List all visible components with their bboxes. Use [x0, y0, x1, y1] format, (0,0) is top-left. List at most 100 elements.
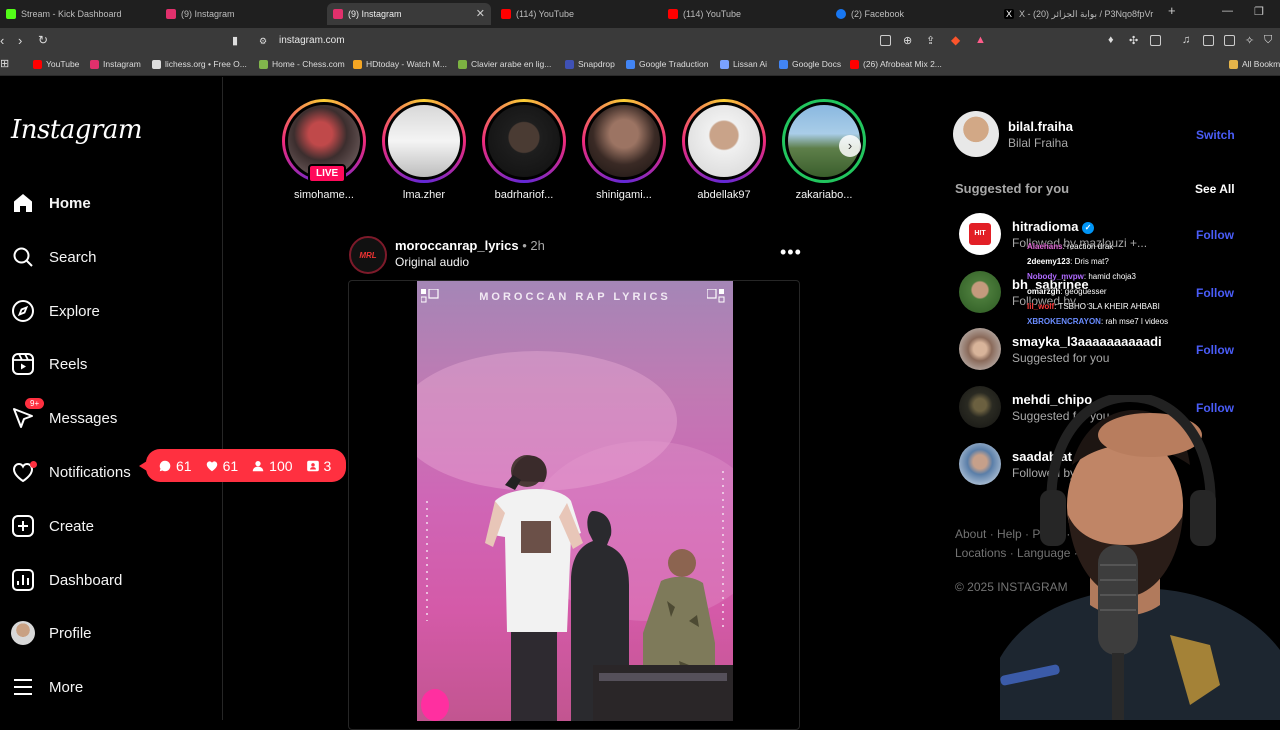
sidebar-icon[interactable] — [1203, 35, 1214, 46]
bookmark-chess[interactable]: Home - Chess.com — [259, 59, 345, 69]
instagram-icon — [333, 9, 343, 19]
bookmark-icon[interactable]: ▮ — [232, 34, 238, 47]
sidebar-item-explore[interactable]: Explore — [10, 295, 100, 327]
story-item[interactable]: badrhariof... — [481, 99, 567, 201]
switch-account-link[interactable]: Switch — [1196, 128, 1235, 142]
bookmark-lichess[interactable]: lichess.org • Free O... — [152, 59, 247, 69]
tab-instagram-1[interactable]: (9) Instagram — [160, 3, 324, 25]
suggestion-username[interactable]: smayka_l3aaaaaaaaaadi — [1012, 334, 1162, 349]
tab-youtube-1[interactable]: (114) YouTube — [495, 3, 659, 25]
bookmark-afrobeat[interactable]: (26) Afrobeat Mix 2... — [850, 59, 942, 69]
sidebar-item-messages[interactable]: 9+ Messages — [10, 398, 117, 434]
tab-x[interactable]: X X - (20) بوابة الجزائر / P3Nqo8fpVr — [998, 3, 1160, 25]
bookmark-clavier[interactable]: Clavier arabe en lig... — [458, 59, 551, 69]
story-avatar — [585, 102, 663, 180]
brave-rewards-icon[interactable]: ▲ — [975, 34, 986, 46]
snapdrop-icon — [565, 59, 574, 69]
share-icon[interactable]: ⇪ — [926, 34, 935, 47]
site-info-icon[interactable]: ⚙ — [259, 36, 267, 47]
likes-count: 61 — [205, 458, 238, 474]
tab-kick[interactable]: Stream - Kick Dashboard — [0, 3, 158, 25]
bookmark-youtube[interactable]: YouTube — [33, 59, 79, 69]
bookmark-snapdrop[interactable]: Snapdrop — [565, 59, 615, 69]
sidebar-item-more[interactable]: More — [10, 671, 83, 703]
zoom-icon[interactable]: ⊕ — [903, 34, 912, 47]
leo-icon[interactable]: ♦ — [1108, 34, 1114, 46]
follow-button[interactable]: Follow — [1196, 343, 1234, 357]
bookmark-lissan[interactable]: Lissan Ai — [720, 59, 767, 69]
account-avatar[interactable] — [953, 111, 999, 157]
sidebar-item-notifications[interactable]: Notifications — [10, 456, 131, 488]
reload-icon[interactable]: ↻ — [38, 33, 48, 47]
account-username[interactable]: bilal.fraiha — [1008, 119, 1073, 134]
tab-youtube-2[interactable]: (114) YouTube — [662, 3, 826, 25]
stream-chat-overlay: Alaehans: reaction drak 2deemy123: Dris … — [1027, 239, 1168, 329]
suggestion-avatar[interactable] — [959, 386, 1001, 428]
chess-icon — [259, 59, 268, 69]
maximize-icon[interactable]: ❐ — [1254, 5, 1264, 18]
tab-instagram-active[interactable]: (9) Instagram ✕ — [327, 3, 491, 25]
contact-card-icon — [306, 460, 319, 471]
bookmark-docs[interactable]: Google Docs — [779, 59, 841, 69]
url-field[interactable]: instagram.com — [279, 35, 345, 46]
post-audio[interactable]: Original audio — [395, 255, 469, 269]
all-bookmarks[interactable]: All Bookm — [1229, 59, 1280, 69]
messenger-icon: 9+ — [10, 398, 45, 431]
suggestion-avatar[interactable] — [959, 271, 1001, 313]
lichess-icon — [152, 59, 161, 69]
see-all-link[interactable]: See All — [1195, 182, 1235, 196]
brave-shield-icon[interactable]: ◆ — [951, 33, 960, 47]
close-icon[interactable]: ✕ — [476, 7, 485, 20]
menu-icon — [10, 674, 36, 700]
hdtoday-icon — [353, 59, 362, 69]
story-item[interactable]: lma.zher — [381, 99, 467, 201]
sidebar-item-profile[interactable]: Profile — [10, 617, 92, 649]
back-icon[interactable]: ‹ — [0, 33, 4, 48]
folder-icon — [1229, 59, 1238, 69]
follow-button[interactable]: Follow — [1196, 228, 1234, 242]
sidebar-item-dashboard[interactable]: Dashboard — [10, 564, 122, 596]
vpn-icon[interactable]: ✧ — [1245, 34, 1254, 47]
chat-message: 2deemy123: Dris mat? — [1027, 257, 1109, 266]
bookmark-translate[interactable]: Google Traduction — [626, 59, 708, 69]
live-badge: LIVE — [308, 164, 347, 183]
messages-badge: 9+ — [25, 398, 45, 409]
cast-icon[interactable] — [880, 35, 891, 46]
story-item[interactable]: shinigami... — [581, 99, 667, 201]
bookmark-hdtoday[interactable]: HDtoday - Watch M... — [353, 59, 447, 69]
requests-count: 3 — [306, 458, 331, 474]
follow-button[interactable]: Follow — [1196, 286, 1234, 300]
x-icon: X — [1004, 9, 1014, 19]
bookmark-instagram[interactable]: Instagram — [90, 59, 141, 69]
new-tab-button[interactable]: + — [1168, 3, 1176, 18]
suggestion-avatar[interactable] — [959, 328, 1001, 370]
media-icon[interactable]: ♫ — [1182, 34, 1190, 46]
wallet-2-icon[interactable] — [1224, 35, 1235, 46]
chevron-right-icon[interactable]: › — [839, 135, 861, 157]
suggestion-avatar[interactable]: HIT — [959, 213, 1001, 255]
wallet-icon[interactable] — [1150, 35, 1161, 46]
extensions-icon[interactable]: ✣ — [1129, 34, 1138, 47]
story-item[interactable]: LIVE simohame... — [281, 99, 367, 201]
tab-facebook[interactable]: (2) Facebook — [830, 3, 994, 25]
sidebar-item-search[interactable]: Search — [10, 241, 97, 273]
performer-illustration — [417, 351, 733, 721]
post-avatar[interactable]: MRL — [349, 236, 387, 274]
more-options-icon[interactable]: ••• — [780, 242, 802, 263]
sidebar-item-home[interactable]: Home — [10, 187, 91, 219]
chat-message: lil_wolf: TSBHO 3LA KHEIR AHBABI — [1027, 302, 1160, 311]
suggestion-avatar[interactable] — [959, 443, 1001, 485]
story-item[interactable]: abdellak97 — [681, 99, 767, 201]
sidebar-item-create[interactable]: Create — [10, 510, 94, 542]
post-username[interactable]: moroccanrap_lyrics • 2h — [395, 238, 545, 253]
sidebar-item-reels[interactable]: Reels — [10, 348, 87, 380]
forward-icon[interactable]: › — [18, 33, 22, 48]
suggestion-username[interactable]: hitradioma ✓ — [1012, 219, 1095, 234]
minimize-icon[interactable]: — — [1222, 5, 1233, 17]
post-media[interactable]: MOROCCAN RAP LYRICS — [417, 281, 733, 721]
docs-icon — [779, 59, 788, 69]
shield-icon[interactable]: ⛉ — [1264, 34, 1272, 47]
apps-icon[interactable]: ⊞ — [0, 57, 9, 70]
notification-popup[interactable]: 61 61 100 3 — [139, 449, 346, 482]
instagram-logo[interactable]: Instagram — [11, 115, 143, 145]
